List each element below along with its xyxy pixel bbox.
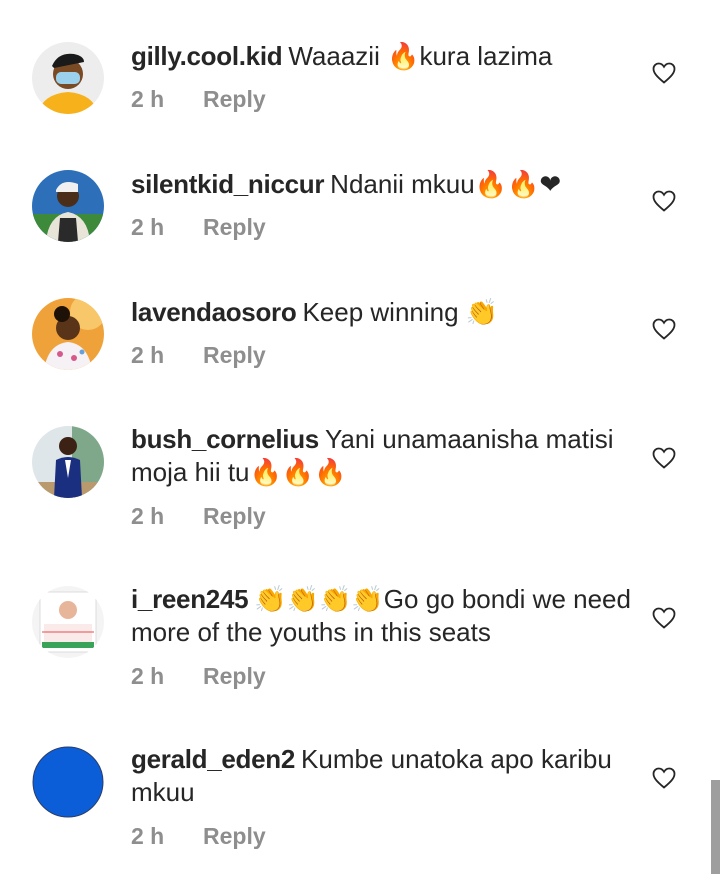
comment-meta: 2 h Reply (131, 214, 266, 241)
comment-meta: 2 h Reply (131, 503, 266, 530)
comment-username[interactable]: bush_cornelius (131, 424, 319, 454)
comment-text: silentkid_niccur Ndanii mkuu🔥🔥❤ (131, 168, 631, 201)
reply-button[interactable]: Reply (203, 663, 266, 690)
comment-text: bush_cornelius Yani unamaanisha matisi mo… (131, 423, 631, 489)
reply-button[interactable]: Reply (203, 503, 266, 530)
comment-meta: 2 h Reply (131, 342, 266, 369)
like-heart-icon[interactable] (652, 62, 676, 84)
avatar[interactable] (32, 746, 104, 818)
comment-text: lavendaosoro Keep winning 👏 (131, 296, 631, 329)
avatar[interactable] (32, 42, 104, 114)
comment-time: 2 h (131, 86, 165, 112)
comment-body: Keep winning 👏 (302, 297, 499, 327)
reply-button[interactable]: Reply (203, 823, 266, 850)
comment-time: 2 h (131, 503, 165, 529)
like-heart-icon[interactable] (652, 190, 676, 212)
like-heart-icon[interactable] (652, 318, 676, 340)
comment-meta: 2 h Reply (131, 86, 266, 113)
comment-username[interactable]: i_reen245 (131, 584, 249, 614)
comment-time: 2 h (131, 663, 165, 689)
like-heart-icon[interactable] (652, 607, 676, 629)
comment-text: gerald_eden2 Kumbe unatoka apo karibu mku… (131, 743, 631, 809)
reply-button[interactable]: Reply (203, 214, 266, 241)
comment-body: Waaazii 🔥kura lazima (288, 41, 553, 71)
like-heart-icon[interactable] (652, 767, 676, 789)
comment-text: i_reen245 👏👏👏👏Go go bondi we need more of… (131, 583, 631, 649)
avatar[interactable] (32, 426, 104, 498)
comment-meta: 2 h Reply (131, 823, 266, 850)
comment-username[interactable]: lavendaosoro (131, 297, 297, 327)
comment-body: Ndanii mkuu🔥🔥❤ (330, 169, 562, 199)
comment-username[interactable]: silentkid_niccur (131, 169, 324, 199)
reply-button[interactable]: Reply (203, 86, 266, 113)
scrollbar[interactable] (711, 780, 720, 874)
comment-time: 2 h (131, 342, 165, 368)
avatar[interactable] (32, 170, 104, 242)
comment-username[interactable]: gerald_eden2 (131, 744, 295, 774)
comment-time: 2 h (131, 823, 165, 849)
avatar[interactable] (32, 586, 104, 658)
reply-button[interactable]: Reply (203, 342, 266, 369)
comment-meta: 2 h Reply (131, 663, 266, 690)
comment-text: gilly.cool.kid Waaazii 🔥kura lazima (131, 40, 631, 73)
avatar[interactable] (32, 298, 104, 370)
like-heart-icon[interactable] (652, 447, 676, 469)
comment-username[interactable]: gilly.cool.kid (131, 41, 283, 71)
comment-time: 2 h (131, 214, 165, 240)
